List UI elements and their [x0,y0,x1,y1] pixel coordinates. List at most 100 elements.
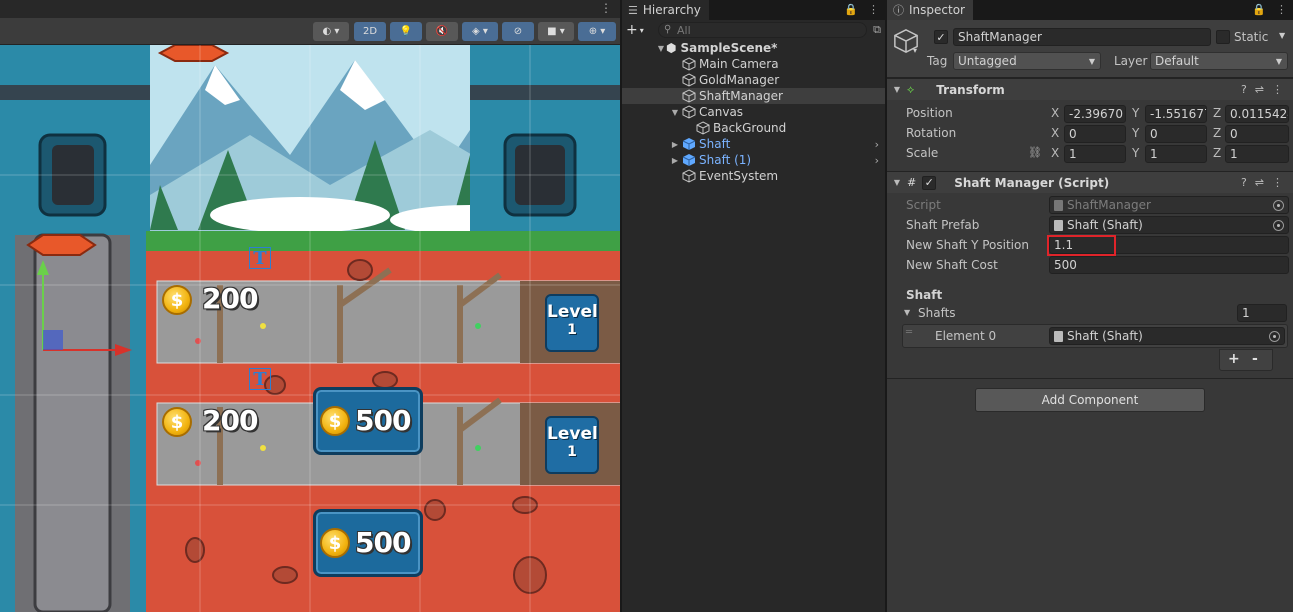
rotation-y-field[interactable]: 0 [1145,125,1207,143]
chevron-down-icon[interactable]: ▾ [913,46,917,55]
hierarchy-item-shaft[interactable]: ▶ Shaft › [622,136,885,152]
fold-arrow-icon[interactable]: ▶ [670,140,680,149]
create-menu-button[interactable]: + ▾ [626,22,652,38]
drag-handle-icon[interactable]: ═ [906,327,912,338]
fold-arrow-icon[interactable]: ▼ [656,44,666,53]
gizmos-toggle-icon[interactable]: ⊕ ▾ [578,22,616,41]
constrain-proportions-icon[interactable]: ⛓ [1028,146,1042,159]
audio-toggle-icon[interactable]: 🔇 [426,22,458,41]
prefab-icon [682,154,696,166]
help-icon[interactable]: ? [1241,176,1247,189]
chevron-down-icon[interactable]: ▼ [1279,31,1285,40]
more-options-icon[interactable]: ⋮ [1272,176,1283,189]
fold-arrow-icon[interactable]: ▼ [887,178,907,187]
position-z-field[interactable]: 0.0115424 [1225,105,1289,123]
hierarchy-item-event-system[interactable]: EventSystem [622,168,885,184]
shaft-level-badge[interactable]: Level 1 [545,416,599,474]
axis-z-label[interactable]: Z [1213,126,1221,140]
transform-header[interactable]: ▼ ⟡ Transform ? ⇌ ⋮ [887,78,1293,100]
axis-y-label[interactable]: Y [1132,146,1139,160]
more-options-icon[interactable]: ⋮ [600,1,612,15]
scene-canvas[interactable]: T T $ 200 Level 1 $ 200 Level 1 $ 500 $ … [0,45,620,612]
hierarchy-item-gold-manager[interactable]: GoldManager [622,72,885,88]
layer-dropdown[interactable]: Default ▼ [1150,52,1288,70]
shading-mode-button[interactable]: ◐ ▾ [313,22,349,41]
element-0-field[interactable]: Shaft (Shaft) [1049,327,1285,345]
position-label: Position [906,106,953,120]
position-y-field[interactable]: -1.551677 [1145,105,1207,123]
fold-arrow-icon[interactable]: ▼ [670,108,680,117]
effects-toggle-icon[interactable]: ◈ ▾ [462,22,498,41]
axis-x-label[interactable]: X [1051,126,1059,140]
tag-label: Tag [927,54,948,68]
fold-arrow-icon[interactable]: ▼ [887,85,907,94]
shaft-manager-header[interactable]: ▼ # ✓ Shaft Manager (Script) ? ⇌ ⋮ [887,171,1293,193]
remove-element-button[interactable]: - [1252,351,1258,367]
object-name-field[interactable]: ShaftManager [953,28,1211,46]
axis-z-label[interactable]: Z [1213,106,1221,120]
scale-x-field[interactable]: 1 [1064,145,1126,163]
hierarchy-item-background[interactable]: BackGround [622,120,885,136]
presets-icon[interactable]: ⇌ [1255,176,1264,189]
hierarchy-item-canvas[interactable]: ▼ Canvas [622,104,885,120]
axis-y-label[interactable]: Y [1132,106,1139,120]
hierarchy-item-shaft-manager[interactable]: ShaftManager [622,88,885,104]
static-checkbox[interactable] [1216,30,1230,44]
rotation-x-field[interactable]: 0 [1064,125,1126,143]
add-element-button[interactable]: + [1228,351,1240,367]
fold-arrow-icon[interactable]: ▶ [670,156,680,165]
lighting-toggle-icon[interactable]: 💡 [390,22,422,41]
open-prefab-arrow-icon[interactable]: › [875,138,879,151]
element-value: Shaft (Shaft) [1067,329,1143,343]
chevron-down-icon: ▼ [1088,56,1095,66]
shaft-prefab-field[interactable]: Shaft (Shaft) [1049,216,1289,234]
chevron-down-icon: ▼ [1275,56,1282,66]
tab-inspector[interactable]: ⓘ Inspector [887,0,973,20]
scene-root[interactable]: ▼ ⬢ SampleScene* [622,40,885,56]
object-picker-icon[interactable] [1273,220,1284,231]
rotation-z-field[interactable]: 0 [1225,125,1289,143]
axis-x-label[interactable]: X [1051,106,1059,120]
hierarchy-search-input[interactable]: ⚲ All [658,22,868,38]
tab-hierarchy[interactable]: ☰ Hierarchy [622,0,709,20]
more-options-icon[interactable]: ⋮ [868,3,879,16]
axis-x-label[interactable]: X [1051,146,1059,160]
axis-y-label[interactable]: Y [1132,126,1139,140]
object-picker-icon [1273,200,1284,211]
tag-dropdown[interactable]: Untagged ▼ [953,52,1101,70]
toggle-2d-button[interactable]: 2D [354,22,386,41]
position-x-field[interactable]: -2.39670 [1064,105,1126,123]
open-prefab-arrow-icon[interactable]: › [875,154,879,167]
active-checkbox[interactable]: ✓ [934,30,948,44]
fold-arrow-icon[interactable]: ▼ [904,308,910,317]
lock-icon[interactable]: 🔒 [844,3,858,16]
prefab-file-icon [1054,330,1063,342]
camera-settings-icon[interactable]: ■ ▾ [538,22,574,41]
gameobject-icon [682,105,696,119]
scale-z-field[interactable]: 1 [1225,145,1289,163]
more-options-icon[interactable]: ⋮ [1272,83,1283,96]
axis-z-label[interactable]: Z [1213,146,1221,160]
panel-divider[interactable] [885,0,887,612]
hierarchy-item-shaft-1[interactable]: ▶ Shaft (1) › [622,152,885,168]
hidden-objects-icon[interactable]: ⊘ [502,22,534,41]
shafts-list-label[interactable]: Shafts [918,306,956,320]
shaft-level-badge[interactable]: Level 1 [545,294,599,352]
layer-value: Default [1155,54,1199,68]
help-icon[interactable]: ? [1241,83,1247,96]
new-shaft-cost-field[interactable]: 500 [1049,256,1289,274]
object-picker-icon[interactable] [1269,331,1280,342]
add-component-button[interactable]: Add Component [975,388,1205,412]
more-options-icon[interactable]: ⋮ [1276,3,1287,16]
hierarchy-item-main-camera[interactable]: Main Camera [622,56,885,72]
scene-visibility-icon[interactable]: ⧉ [873,23,881,37]
scene-view[interactable]: ⋮ ◐ ▾ 2D 💡 🔇 ◈ ▾ ⊘ ■ ▾ ⊕ ▾ T T $ 200 Lev… [0,0,620,612]
presets-icon[interactable]: ⇌ [1255,83,1264,96]
shafts-list-size-field[interactable]: 1 [1237,304,1287,322]
panel-divider[interactable] [620,0,622,612]
scale-y-field[interactable]: 1 [1145,145,1207,163]
element-label: Element 0 [935,329,997,343]
level-value: 1 [567,322,577,338]
lock-icon[interactable]: 🔒 [1252,3,1266,16]
component-enabled-checkbox[interactable]: ✓ [922,175,937,190]
